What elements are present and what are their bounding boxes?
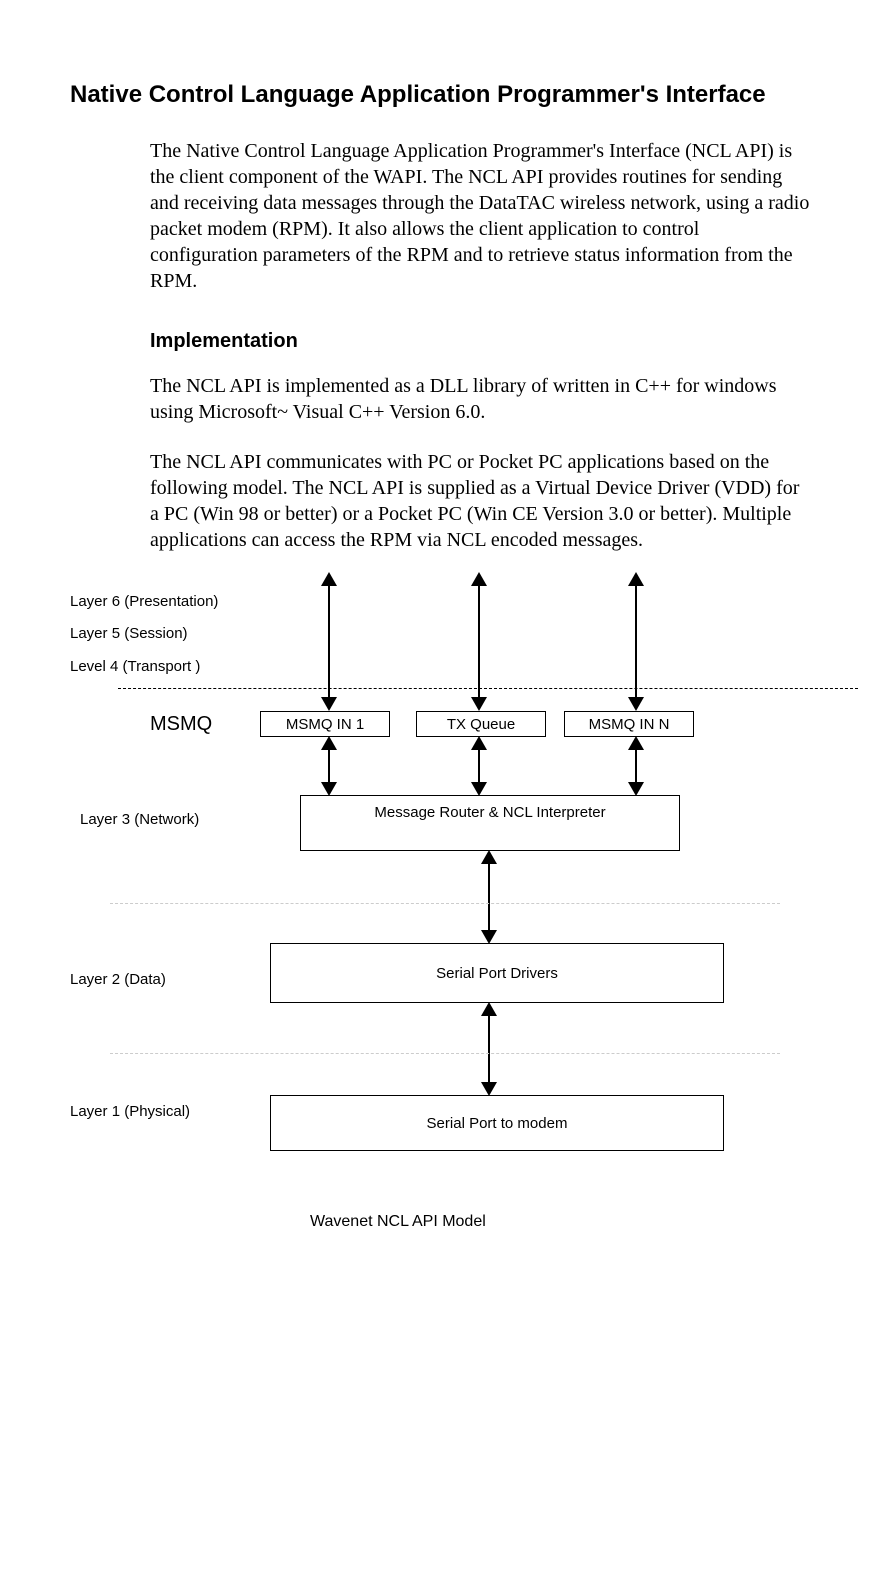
- lightdash-network-data: [110, 903, 780, 904]
- diagram-caption: Wavenet NCL API Model: [310, 1213, 486, 1231]
- arrow-qn-router: [635, 739, 637, 793]
- layer1-label: Layer 1 (Physical): [70, 1103, 190, 1120]
- arrow-tx-router: [478, 739, 480, 793]
- layer3-label: Layer 3 (Network): [80, 811, 199, 828]
- arrow-serial-drivers-port: [488, 1005, 490, 1093]
- layer5-label: Layer 5 (Session): [70, 625, 188, 642]
- paragraph-impl-2: The NCL API communicates with PC or Pock…: [150, 449, 811, 553]
- box-msmq-in-n: MSMQ IN N: [564, 711, 694, 737]
- layer6-label: Layer 6 (Presentation): [70, 593, 218, 610]
- section-title: Native Control Language Application Prog…: [70, 80, 811, 110]
- box-msmq-in-1: MSMQ IN 1: [260, 711, 390, 737]
- arrow-router-serial-drivers: [488, 853, 490, 941]
- box-serial-drivers: Serial Port Drivers: [270, 943, 724, 1003]
- msmq-label: MSMQ: [150, 713, 212, 736]
- box-router: Message Router & NCL Interpreter: [300, 795, 680, 851]
- sub-heading-implementation: Implementation: [150, 330, 811, 353]
- layer4-label: Level 4 (Transport ): [70, 658, 200, 675]
- lightdash-data-physical: [110, 1053, 780, 1054]
- dash-transport: [118, 688, 858, 689]
- box-serial-port: Serial Port to modem: [270, 1095, 724, 1151]
- box-tx-queue: TX Queue: [416, 711, 546, 737]
- arrow-q1-router: [328, 739, 330, 793]
- paragraph-impl-1: The NCL API is implemented as a DLL libr…: [150, 373, 811, 425]
- paragraph-intro: The Native Control Language Application …: [150, 138, 811, 294]
- layer2-label: Layer 2 (Data): [70, 971, 166, 988]
- ncl-api-diagram: Layer 6 (Presentation) Layer 5 (Session)…: [70, 593, 830, 1313]
